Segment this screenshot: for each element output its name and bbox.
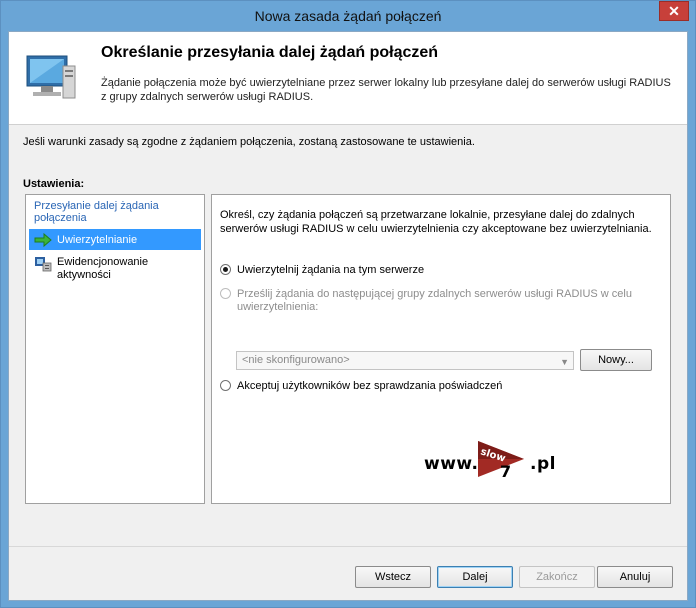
back-button[interactable]: Wstecz: [355, 566, 431, 588]
nav-item-authentication[interactable]: Uwierzytelnianie: [29, 229, 201, 250]
page-description: Żądanie połączenia może być uwierzytelni…: [101, 77, 671, 103]
radio-button[interactable]: [220, 288, 231, 299]
accounting-icon: [35, 257, 52, 272]
footer-divider: [9, 546, 687, 547]
radio-button[interactable]: [220, 380, 231, 391]
title-bar[interactable]: Nowa zasada żądań połączeń ✕: [1, 1, 695, 31]
radio-label: Uwierzytelnij żądania na tym serwerze: [237, 264, 425, 276]
dialog-client-area: Określanie przesyłania dalej żądań połąc…: [8, 31, 688, 601]
dialog-window: Nowa zasada żądań połączeń ✕ Określanie …: [0, 0, 696, 608]
page-title: Określanie przesyłania dalej żądań połąc…: [101, 44, 439, 61]
settings-nav-pane: Przesyłanie dalej żądania połączenia Uwi…: [25, 194, 205, 504]
finish-button[interactable]: Zakończ: [519, 566, 595, 588]
radio-label: Prześlij żądania do następującej grupy z…: [237, 288, 632, 313]
window-title: Nowa zasada żądań połączeń: [254, 8, 442, 24]
wizard-header: Określanie przesyłania dalej żądań połąc…: [9, 32, 687, 125]
settings-label: Ustawienia:: [23, 178, 85, 190]
server-group-select-value: <nie skonfigurowano>: [242, 354, 350, 366]
intro-text: Jeśli warunki zasady są zgodne z żądanie…: [23, 136, 475, 148]
green-arrow-icon: [34, 232, 52, 248]
watermark-prefix: www.: [424, 454, 479, 474]
nav-item-label: Ewidencjonowanie aktywności: [57, 256, 149, 281]
server-group-select[interactable]: <nie skonfigurowano> ▼: [236, 351, 574, 370]
server-monitor-icon: [26, 55, 76, 99]
watermark-badge-bottom: 7: [500, 462, 511, 481]
close-button[interactable]: ✕: [659, 1, 689, 21]
cancel-button[interactable]: Anuluj: [597, 566, 673, 588]
detail-description: Określ, czy żądania połączeń są przetwar…: [220, 209, 652, 235]
site-watermark: www. slow 7 .pl: [422, 437, 562, 487]
radio-label: Akceptuj użytkowników bez sprawdzania po…: [237, 380, 503, 392]
radio-button[interactable]: [220, 264, 231, 275]
chevron-down-icon: ▼: [560, 357, 569, 367]
nav-item-accounting[interactable]: Ewidencjonowanie aktywności: [29, 253, 201, 283]
nav-item-label: Uwierzytelnianie: [57, 234, 138, 246]
watermark-suffix: .pl: [530, 454, 556, 474]
new-server-group-button[interactable]: Nowy...: [580, 349, 652, 371]
nav-section-heading: Przesyłanie dalej żądania połączenia: [34, 200, 159, 224]
slow7-badge-logo: slow 7: [478, 441, 524, 481]
next-button[interactable]: Dalej: [437, 566, 513, 588]
